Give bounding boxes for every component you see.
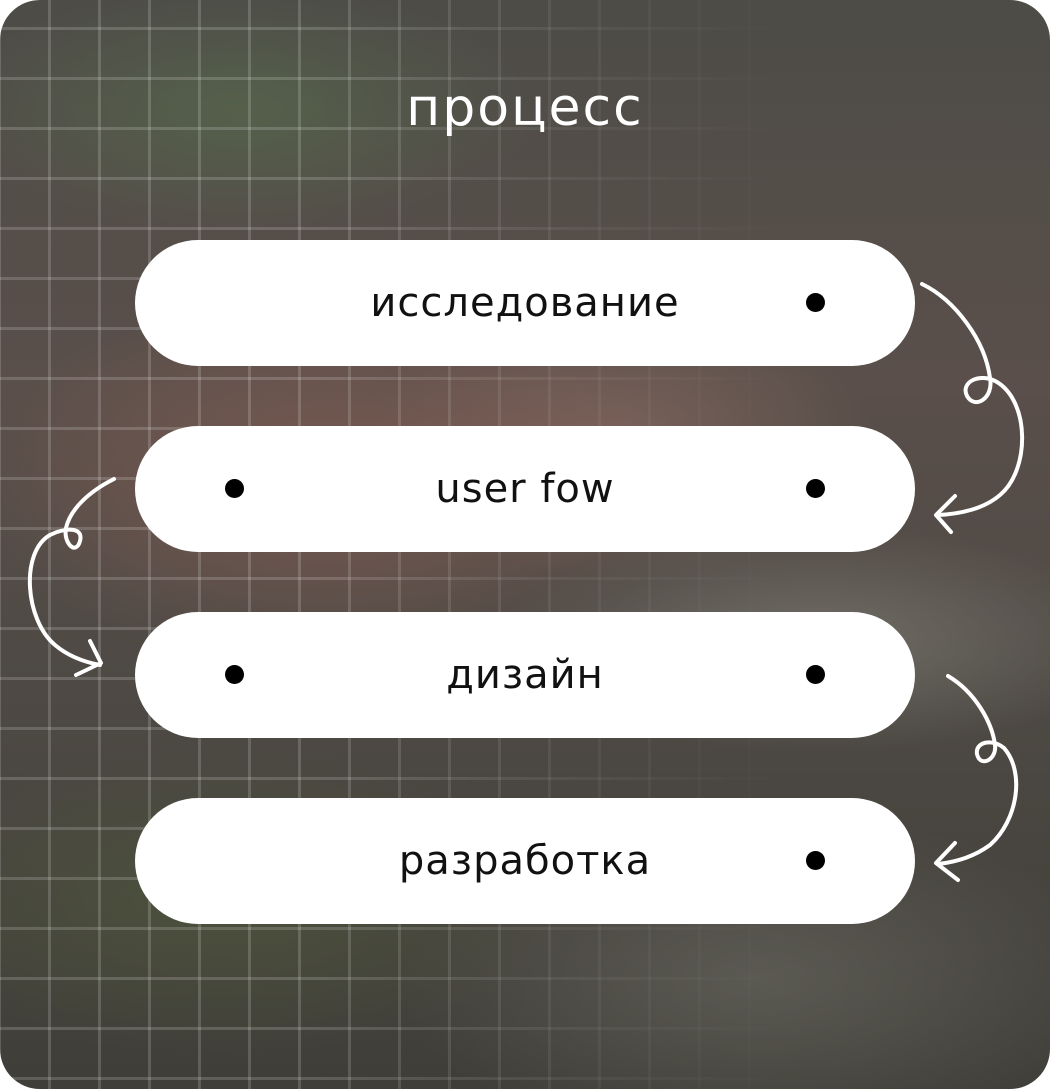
curved-arrow-icon bbox=[28, 477, 116, 677]
curved-arrow-icon bbox=[934, 674, 1019, 882]
curved-arrow-icon bbox=[920, 282, 1025, 534]
process-card: процесс исследование user fow дизайн раз… bbox=[0, 0, 1050, 1089]
flow-arrows bbox=[28, 282, 1025, 882]
